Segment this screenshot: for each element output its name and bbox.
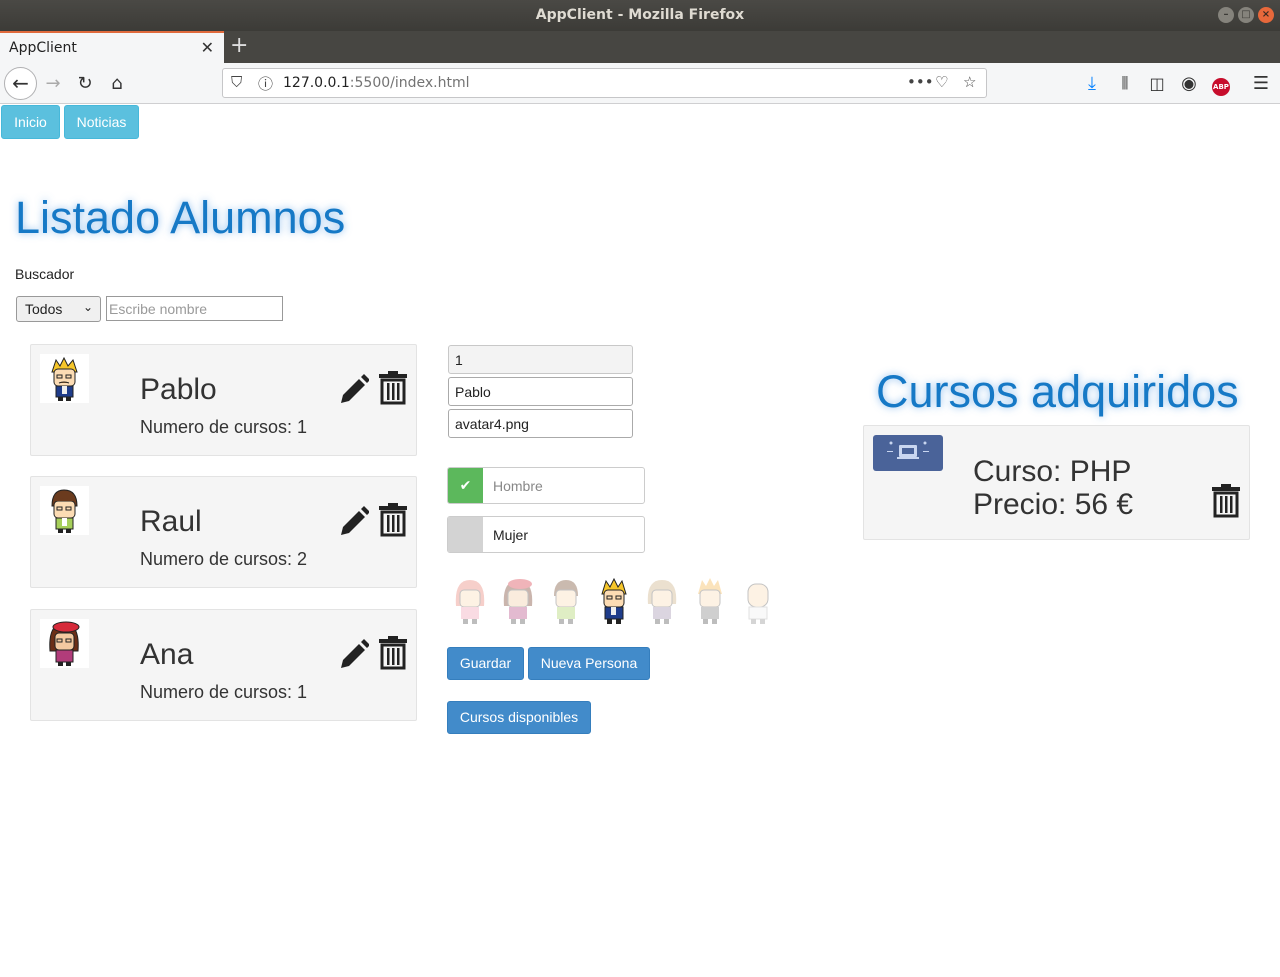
trash-delete-icon[interactable] <box>379 371 407 405</box>
available-courses-button[interactable]: Cursos disponibles <box>447 701 591 734</box>
gender-female-option[interactable]: Mujer <box>447 516 645 553</box>
avatar-option[interactable] <box>546 576 586 628</box>
tab-appclient[interactable]: AppClient ✕ <box>0 31 224 63</box>
reload-icon[interactable]: ↻ <box>74 63 96 104</box>
course-thumbnail <box>873 435 943 471</box>
window-titlebar: AppClient - Mozilla Firefox – □ × <box>0 0 1280 31</box>
bookmark-star-icon[interactable]: ☆ <box>963 73 976 91</box>
page-actions-icon[interactable]: ••• <box>907 73 934 91</box>
trash-delete-icon[interactable] <box>1212 484 1240 518</box>
sidebar-icon[interactable]: ◫ <box>1146 63 1168 104</box>
navigation-toolbar: ← → ↻ ⌂ ⛉ ⓘ 127.0.0.1:5500/index.html ••… <box>0 63 1280 104</box>
id-field[interactable] <box>448 345 633 374</box>
name-field[interactable] <box>448 377 633 406</box>
trash-delete-icon[interactable] <box>379 636 407 670</box>
trash-delete-icon[interactable] <box>379 503 407 537</box>
student-name: Raul <box>140 505 202 538</box>
tab-title: AppClient <box>9 40 77 56</box>
close-tab-icon[interactable]: ✕ <box>201 38 214 57</box>
url-path: :5500/index.html <box>349 75 470 91</box>
student-name: Ana <box>140 638 194 671</box>
library-icon[interactable]: ⫼ <box>1114 63 1136 104</box>
avatar-option[interactable] <box>690 576 730 628</box>
url-host: 127.0.0.1 <box>283 75 350 91</box>
forward-arrow-icon[interactable]: → <box>42 63 64 104</box>
close-window-button[interactable]: × <box>1258 7 1274 23</box>
home-icon[interactable]: ⌂ <box>106 63 128 104</box>
course-price: Precio: 56 € <box>973 488 1134 521</box>
minimize-button[interactable]: – <box>1218 7 1234 23</box>
avatar-option[interactable] <box>642 576 682 628</box>
avatar-option[interactable] <box>498 576 538 628</box>
chevron-down-icon: ⌄ <box>82 300 93 314</box>
window-title: AppClient - Mozilla Firefox <box>535 7 745 23</box>
new-tab-button[interactable]: + <box>230 33 248 58</box>
student-card[interactable]: Ana Numero de cursos: 1 <box>30 609 417 721</box>
student-avatar <box>40 619 89 668</box>
avatar-option-selected[interactable] <box>594 576 634 628</box>
pencil-edit-icon[interactable] <box>337 505 369 539</box>
avatar-filename-field[interactable] <box>448 409 633 438</box>
info-icon[interactable]: ⓘ <box>258 73 273 94</box>
avatar-option[interactable] <box>738 576 778 628</box>
downloads-icon[interactable]: ⤓ <box>1082 63 1102 104</box>
menu-icon[interactable]: ☰ <box>1250 63 1272 104</box>
student-card[interactable]: Pablo Numero de cursos: 1 <box>30 344 417 456</box>
adblock-icon[interactable]: ABP <box>1210 63 1232 104</box>
course-name: Curso: PHP <box>973 455 1132 488</box>
gender-male-option[interactable]: ✔ Hombre <box>447 467 645 504</box>
maximize-button[interactable]: □ <box>1238 7 1254 23</box>
student-course-count: Numero de cursos: 1 <box>140 417 308 437</box>
url-text[interactable]: 127.0.0.1:5500/index.html <box>283 75 470 91</box>
unchecked-box-icon <box>448 517 483 552</box>
new-person-button[interactable]: Nueva Persona <box>528 647 650 680</box>
account-icon[interactable]: ◉ <box>1178 63 1200 104</box>
nav-noticias-button[interactable]: Noticias <box>64 105 139 139</box>
filter-selected-value: Todos <box>25 301 63 317</box>
pocket-icon[interactable]: ♡ <box>935 73 948 91</box>
shield-icon[interactable]: ⛉ <box>231 73 242 91</box>
course-card[interactable]: Curso: PHP Precio: 56 € <box>863 425 1250 540</box>
gender-male-label: Hombre <box>493 478 543 494</box>
student-course-count: Numero de cursos: 2 <box>140 549 308 569</box>
checkmark-icon: ✔ <box>448 468 483 503</box>
search-label: Buscador <box>15 266 75 282</box>
student-avatar <box>40 486 89 535</box>
gender-female-label: Mujer <box>493 527 529 543</box>
pencil-edit-icon[interactable] <box>337 373 369 407</box>
tab-strip: AppClient ✕ + <box>0 31 1280 63</box>
student-avatar <box>40 354 89 403</box>
pencil-edit-icon[interactable] <box>337 638 369 672</box>
address-bar[interactable]: ⛉ ⓘ 127.0.0.1:5500/index.html ••• ♡ ☆ <box>222 68 987 98</box>
save-button[interactable]: Guardar <box>447 647 524 680</box>
student-card[interactable]: Raul Numero de cursos: 2 <box>30 476 417 588</box>
courses-heading: Cursos adquiridos <box>876 366 1239 417</box>
search-input[interactable] <box>106 296 283 321</box>
students-heading: Listado Alumnos <box>15 192 346 243</box>
student-name: Pablo <box>140 373 217 406</box>
student-course-count: Numero de cursos: 1 <box>140 682 308 702</box>
nav-inicio-button[interactable]: Inicio <box>1 105 60 139</box>
page-content: Inicio Noticias Listado Alumnos Buscador… <box>0 104 1280 977</box>
avatar-option[interactable] <box>450 576 490 628</box>
filter-select[interactable]: Todos ⌄ <box>16 296 101 322</box>
back-arrow-icon[interactable]: ← <box>4 67 37 100</box>
